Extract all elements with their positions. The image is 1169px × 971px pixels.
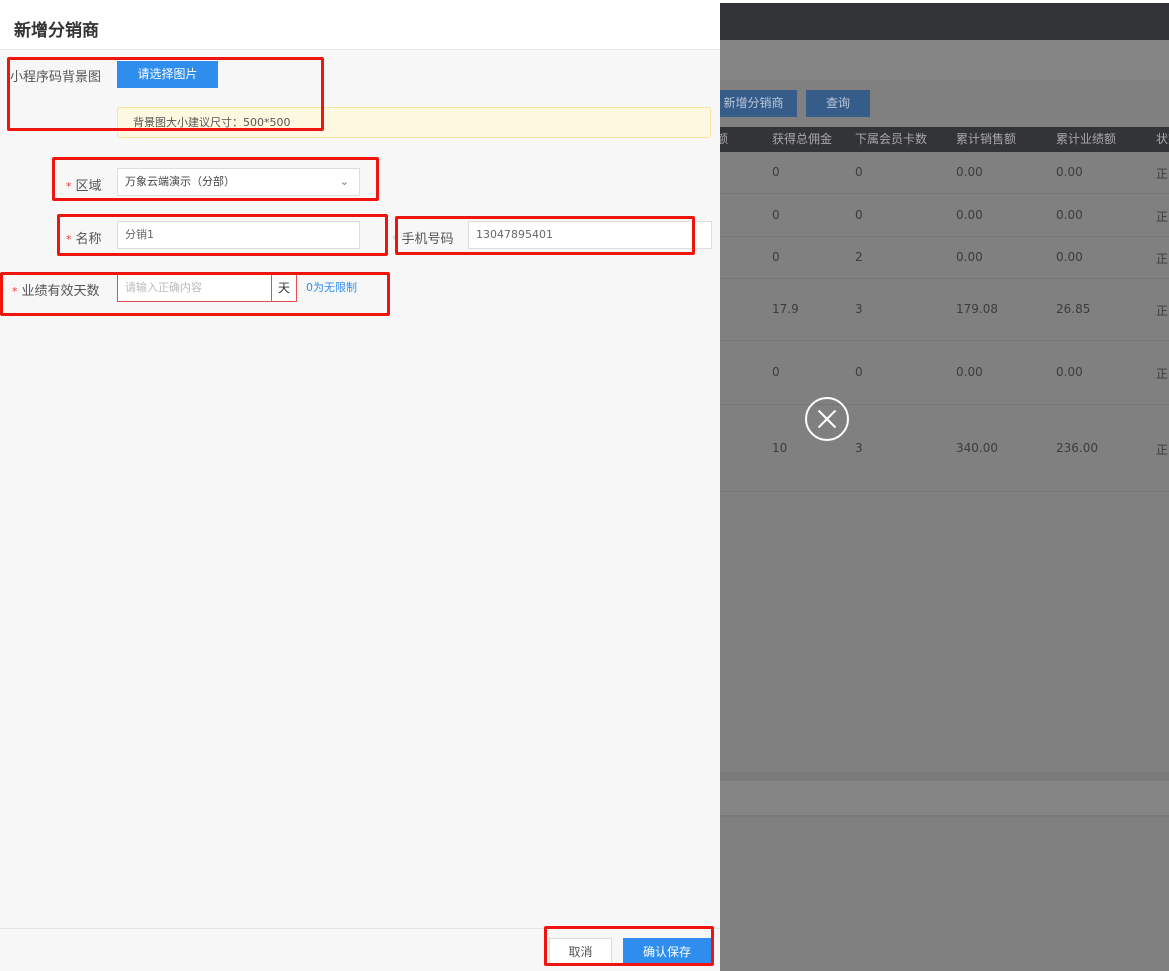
phone-input[interactable]: 13047895401: [468, 221, 712, 249]
table-cell: 0.00: [1056, 207, 1083, 222]
col-member-cards: 下属会员卡数: [855, 132, 928, 146]
table-cell: 正常: [1156, 442, 1169, 457]
select-image-button[interactable]: 请选择图片: [117, 61, 218, 88]
table-cell: 0.00: [956, 250, 983, 264]
drawer-title: 新增分销商: [14, 21, 99, 41]
required-mark: *: [392, 233, 398, 246]
table-row: 0 0 0.00 0.00 正常: [720, 194, 1169, 237]
table-cell: 正常: [1156, 167, 1169, 181]
footer-divider: [0, 928, 720, 929]
table-cell: 3: [855, 302, 863, 316]
table-cell: 正常: [1156, 367, 1169, 381]
table-cell: 179.08: [956, 302, 998, 316]
chevron-down-icon: ⌄: [339, 175, 349, 188]
add-distributor-button[interactable]: 新增分销商: [720, 90, 797, 117]
table-row: 0 2 0.00 0.00 正常: [720, 237, 1169, 279]
table-cell: 正常: [1156, 304, 1169, 318]
background-page: 新增分销商 查询 余额 获得总佣金 下属会员卡数 累计销售额 累计业绩额 状态 …: [720, 3, 1169, 971]
table-header: 余额 获得总佣金 下属会员卡数 累计销售额 累计业绩额 状态: [720, 127, 1169, 152]
table-cell: 正常: [1156, 209, 1169, 224]
col-performance: 累计业绩额: [1056, 132, 1117, 146]
table-cell: 0: [772, 250, 780, 264]
table-row: 0 0 0.00 0.00 正常: [720, 152, 1169, 194]
table-cell: 0.00: [956, 207, 983, 222]
region-value: 万象云端演示（分部）: [125, 175, 235, 188]
name-label-text: 名称: [75, 232, 102, 247]
confirm-save-button[interactable]: 确认保存: [623, 938, 711, 966]
table-cell: 0: [855, 207, 863, 222]
table-cell: 0: [772, 365, 780, 379]
phone-label-text: 手机号码: [401, 232, 454, 247]
table-cell: 0.00: [956, 365, 983, 379]
valid-days-input[interactable]: 请输入正确内容: [117, 274, 272, 302]
table-row: 10 3 340.00 236.00 正常: [720, 405, 1169, 492]
table-cell: 2: [855, 250, 863, 264]
table-cell: 0.00: [1056, 165, 1083, 179]
col-commission: 获得总佣金: [772, 132, 833, 146]
query-button[interactable]: 查询: [806, 90, 870, 117]
table-cell: 0: [772, 165, 780, 179]
valid-days-label: * 业绩有效天数: [12, 280, 100, 299]
table-cell: 3: [855, 440, 863, 455]
region-label-text: 区域: [75, 179, 102, 194]
bg-image-label: 小程序码背景图: [10, 70, 102, 85]
col-status: 状态: [1156, 132, 1169, 146]
valid-days-label-text: 业绩有效天数: [21, 284, 100, 299]
close-drawer-icon[interactable]: [805, 397, 849, 441]
table-row: 17.9 3 179.08 26.85 正常: [720, 279, 1169, 341]
name-input[interactable]: 分销1: [117, 221, 360, 249]
table-row: 0 0 0.00 0.00 正常: [720, 341, 1169, 405]
add-distributor-drawer: 新增分销商 小程序码背景图 请选择图片 背景图大小建议尺寸：500*500 * 区…: [0, 3, 720, 971]
phone-label: * 手机号码: [392, 228, 454, 247]
table-footer: [720, 772, 1169, 781]
table-cell: 236.00: [1056, 440, 1098, 455]
required-mark: *: [66, 233, 72, 246]
required-mark: *: [12, 285, 18, 298]
top-nav-bar: [720, 3, 1169, 40]
cancel-button[interactable]: 取消: [549, 938, 612, 966]
table-cell: 0.00: [956, 165, 983, 179]
table-cell: 0: [855, 365, 863, 379]
table-cell: 0.00: [1056, 250, 1083, 264]
pagination-bar: [720, 781, 1169, 817]
table-cell: 0.00: [1056, 365, 1083, 379]
unlimited-hint: 0为无限制: [306, 281, 357, 294]
required-mark: *: [66, 180, 72, 193]
name-label: * 名称: [66, 228, 102, 247]
region-label: * 区域: [66, 175, 102, 194]
table-cell: 26.85: [1056, 302, 1091, 316]
size-tip: 背景图大小建议尺寸：500*500: [117, 107, 711, 138]
col-balance: 余额: [720, 132, 729, 146]
table-cell: 340.00: [956, 440, 998, 455]
region-select[interactable]: 万象云端演示（分部） ⌄: [117, 168, 360, 196]
table-cell: 正常: [1156, 252, 1169, 266]
table-cell: 0: [855, 165, 863, 179]
table-cell: 10: [772, 440, 788, 455]
table-cell: 0: [772, 207, 780, 222]
breadcrumb-bar: [720, 40, 1169, 80]
col-sales: 累计销售额: [956, 132, 1017, 146]
days-unit: 天: [271, 274, 297, 302]
table-cell: 17.9: [772, 302, 799, 316]
drawer-header: 新增分销商: [0, 3, 720, 50]
